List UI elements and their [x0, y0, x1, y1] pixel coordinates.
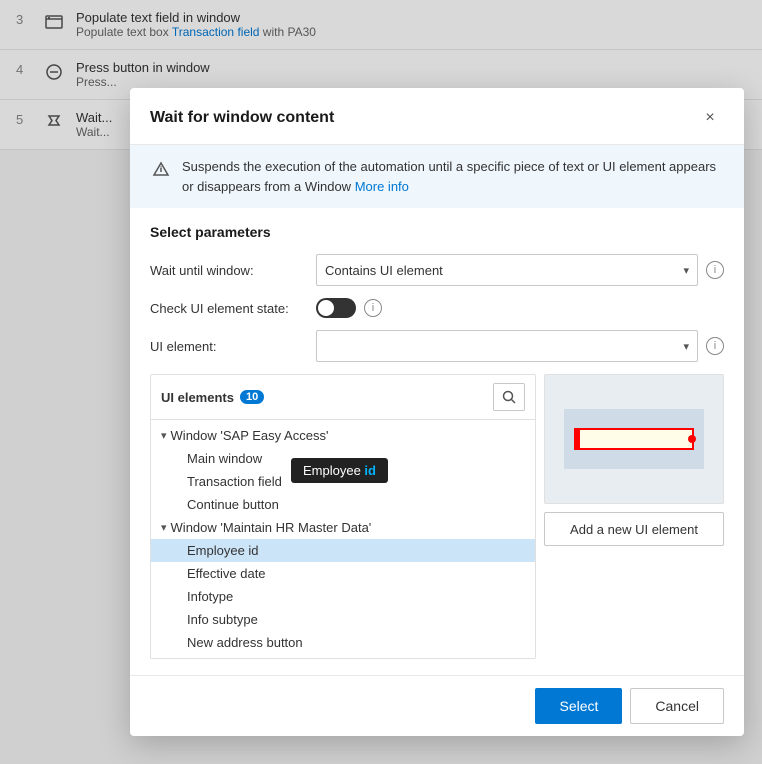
tree-child-transaction-field[interactable]: Transaction field: [151, 470, 535, 493]
wait-for-window-modal: Wait for window content × Suspends the e…: [130, 88, 744, 736]
preview-dot: [688, 435, 696, 443]
elements-title: UI elements 10: [161, 390, 264, 405]
check-state-control: i: [316, 298, 724, 318]
ui-elements-panel: UI elements 10 ▾ Window 'SAP Easy Access…: [130, 374, 744, 675]
close-button[interactable]: ×: [696, 104, 724, 132]
ui-element-control: ▾ i: [316, 330, 724, 362]
tree-child-new-address-button[interactable]: New address button: [151, 631, 535, 654]
tree-child-info-subtype[interactable]: Info subtype: [151, 608, 535, 631]
wait-until-dropdown[interactable]: Contains UI element ▾: [316, 254, 698, 286]
ui-element-info-icon[interactable]: i: [706, 337, 724, 355]
elements-list: UI elements 10 ▾ Window 'SAP Easy Access…: [150, 374, 536, 659]
params-title: Select parameters: [150, 224, 724, 240]
info-banner: Suspends the execution of the automation…: [130, 145, 744, 208]
params-section: Select parameters Wait until window: Con…: [130, 208, 744, 362]
elements-title-label: UI elements: [161, 390, 234, 405]
tree-child-effective-date[interactable]: Effective date: [151, 562, 535, 585]
wait-until-value: Contains UI element: [325, 263, 443, 278]
elements-tree: ▾ Window 'SAP Easy Access' Main window T…: [151, 420, 535, 658]
wait-until-info-icon[interactable]: i: [706, 261, 724, 279]
info-banner-text: Suspends the execution of the automation…: [182, 157, 724, 196]
tree-arrow-sap: ▾: [161, 429, 167, 442]
tree-child-continue-button[interactable]: Continue button: [151, 493, 535, 516]
ui-element-label: UI element:: [150, 339, 308, 354]
param-row-ui-element: UI element: ▾ i: [150, 330, 724, 362]
info-banner-icon: [150, 158, 172, 183]
tree-parent-hr[interactable]: ▾ Window 'Maintain HR Master Data': [151, 516, 535, 539]
preview-field-highlight: [574, 428, 694, 450]
more-info-link[interactable]: More info: [355, 179, 409, 194]
tree-parent-sap[interactable]: ▾ Window 'SAP Easy Access': [151, 424, 535, 447]
ui-element-chevron-icon: ▾: [683, 340, 689, 353]
param-row-check-state: Check UI element state: i: [150, 298, 724, 318]
wait-until-label: Wait until window:: [150, 263, 308, 278]
tree-child-employee-id[interactable]: Employee id: [151, 539, 535, 562]
check-state-toggle[interactable]: [316, 298, 356, 318]
tree-child-main-window[interactable]: Main window: [151, 447, 535, 470]
tree-parent-hr-label: Window 'Maintain HR Master Data': [171, 520, 372, 535]
search-button[interactable]: [493, 383, 525, 411]
toggle-knob: [318, 300, 334, 316]
info-text-content: Suspends the execution of the automation…: [182, 159, 716, 194]
tree-arrow-hr: ▾: [161, 521, 167, 534]
modal-title: Wait for window content: [150, 109, 334, 127]
select-button[interactable]: Select: [535, 688, 622, 724]
element-preview-image: [544, 374, 724, 504]
param-row-wait-until: Wait until window: Contains UI element ▾…: [150, 254, 724, 286]
wait-until-control: Contains UI element ▾ i: [316, 254, 724, 286]
tree-parent-sap-label: Window 'SAP Easy Access': [171, 428, 329, 443]
modal-header: Wait for window content ×: [130, 88, 744, 145]
check-state-info-icon[interactable]: i: [364, 299, 382, 317]
preview-inner: [564, 409, 704, 469]
ui-element-input[interactable]: ▾: [316, 330, 698, 362]
tree-group-hr: ▾ Window 'Maintain HR Master Data' Emplo…: [151, 516, 535, 654]
preview-panel: Add a new UI element: [544, 374, 724, 659]
tree-group-sap: ▾ Window 'SAP Easy Access' Main window T…: [151, 424, 535, 516]
cancel-button[interactable]: Cancel: [630, 688, 724, 724]
elements-list-header: UI elements 10: [151, 375, 535, 420]
check-state-label: Check UI element state:: [150, 301, 308, 316]
add-ui-element-button[interactable]: Add a new UI element: [544, 512, 724, 546]
chevron-down-icon: ▾: [683, 264, 689, 277]
tree-child-infotype[interactable]: Infotype: [151, 585, 535, 608]
modal-footer: Select Cancel: [130, 675, 744, 736]
elements-count-badge: 10: [240, 390, 264, 404]
